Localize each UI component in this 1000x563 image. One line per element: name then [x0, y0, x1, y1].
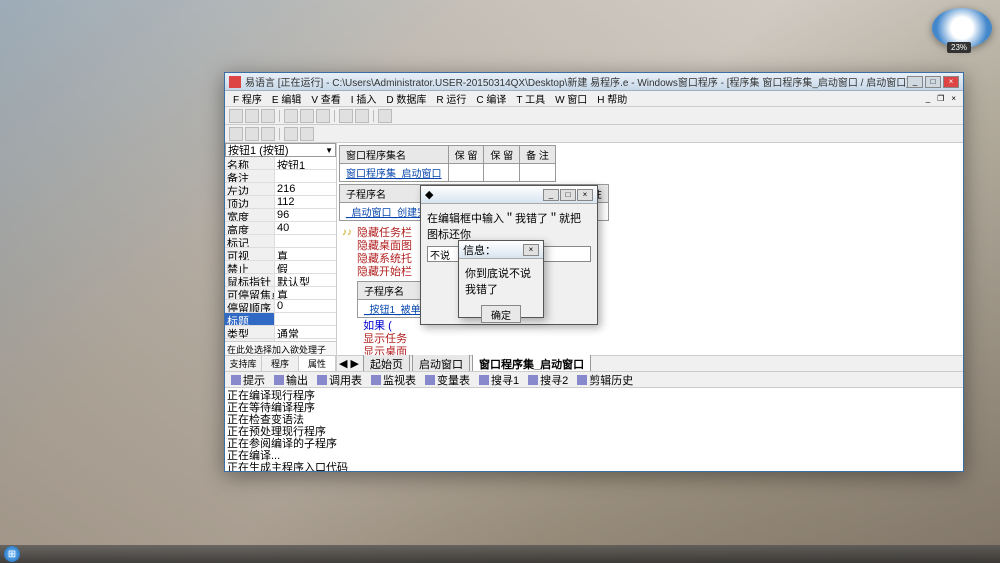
- tab-programset[interactable]: 窗口程序集_启动窗口: [472, 354, 591, 372]
- property-hint: 在此处选择加入欲处理子程序: [225, 341, 336, 355]
- btab-hint[interactable]: 提示: [227, 371, 269, 389]
- taskbar[interactable]: ⊞: [0, 545, 1000, 563]
- maximize-button[interactable]: □: [925, 76, 941, 88]
- clock-gadget[interactable]: [932, 8, 992, 48]
- bottom-tabs: 提示 输出 调用表 监视表 变量表 搜寻1 搜寻2 剪辑历史: [225, 372, 963, 388]
- toolbar-2: [225, 125, 963, 143]
- separator: [279, 110, 280, 122]
- property-grid[interactable]: 名称按钮1备注左边216顶边112宽度96高度40标记可视真禁止假鼠标指针默认型…: [225, 157, 336, 341]
- watch-icon: [371, 375, 381, 385]
- tool-b[interactable]: [245, 127, 259, 141]
- tool-undo[interactable]: [339, 109, 353, 123]
- tool-redo[interactable]: [355, 109, 369, 123]
- btab-clip[interactable]: 剪辑历史: [573, 371, 637, 389]
- msg-titlebar[interactable]: 信息： ×: [459, 241, 543, 259]
- menu-edit[interactable]: E 编辑: [268, 90, 305, 107]
- tool-copy[interactable]: [300, 109, 314, 123]
- btab-output[interactable]: 输出: [270, 371, 312, 389]
- separator: [373, 110, 374, 122]
- app-icon: [229, 76, 241, 88]
- menu-insert[interactable]: I 插入: [347, 90, 381, 107]
- tab-support[interactable]: 支持库: [225, 356, 262, 371]
- search-icon: [528, 375, 538, 385]
- tool-d[interactable]: [284, 127, 298, 141]
- btab-search2[interactable]: 搜寻2: [524, 371, 572, 389]
- document-tabs: ◀ ▶ 起始页 启动窗口 窗口程序集_启动窗口: [337, 355, 963, 371]
- tab-program[interactable]: 程序: [262, 356, 299, 371]
- menu-program[interactable]: F 程序: [229, 90, 266, 107]
- dialog-titlebar[interactable]: ◆ _ □ ×: [421, 186, 597, 204]
- tool-a[interactable]: [229, 127, 243, 141]
- tab-startpage[interactable]: 起始页: [363, 354, 410, 372]
- dialog-label: 在编辑框中输入＂我错了＂就把图标还你: [427, 210, 591, 242]
- dialog-icon: ◆: [425, 188, 433, 201]
- tab-startwindow[interactable]: 启动窗口: [412, 354, 470, 372]
- bottom-panel: 提示 输出 调用表 监视表 变量表 搜寻1 搜寻2 剪辑历史 正在编译现行程序正…: [225, 371, 963, 471]
- programset-table[interactable]: 窗口程序集名保 留保 留备 注 窗口程序集_启动窗口: [339, 145, 556, 182]
- minimize-button[interactable]: _: [907, 76, 923, 88]
- calls-icon: [317, 375, 327, 385]
- tool-new[interactable]: [229, 109, 243, 123]
- titlebar[interactable]: 易语言 [正在运行] - C:\Users\Administrator.USER…: [225, 73, 963, 91]
- window-title: 易语言 [正在运行] - C:\Users\Administrator.USER…: [245, 74, 907, 89]
- menu-compile[interactable]: C 编译: [472, 90, 510, 107]
- dialog-close[interactable]: ×: [577, 189, 593, 201]
- tab-properties[interactable]: 属性: [299, 356, 336, 371]
- tool-e[interactable]: [300, 127, 314, 141]
- dialog-max[interactable]: □: [560, 189, 576, 201]
- separator: [279, 128, 280, 140]
- menu-database[interactable]: D 数据库: [382, 90, 430, 107]
- msg-title: 信息：: [463, 242, 496, 258]
- menu-tools[interactable]: T 工具: [512, 90, 549, 107]
- msg-close[interactable]: ×: [523, 244, 539, 256]
- tool-paste[interactable]: [316, 109, 330, 123]
- dialog-min[interactable]: _: [543, 189, 559, 201]
- message-dialog[interactable]: 信息： × 你到底说不说我错了 确定: [458, 240, 544, 318]
- start-button[interactable]: ⊞: [4, 546, 20, 562]
- hint-icon: [231, 375, 241, 385]
- subroutine-table-2[interactable]: 子程序名 _按钮1_被单: [357, 281, 428, 318]
- output-pane[interactable]: 正在编译现行程序正在等待编译程序正在检查变语法正在预处理现行程序正在参阅编译的子…: [225, 388, 963, 471]
- gutter: ♪♪: [339, 227, 355, 238]
- btab-calls[interactable]: 调用表: [313, 371, 366, 389]
- mdi-close[interactable]: ×: [948, 94, 959, 103]
- separator: [334, 110, 335, 122]
- vars-icon: [425, 375, 435, 385]
- chevron-down-icon: ▼: [325, 146, 333, 155]
- left-panel: 按钮1 (按钮) ▼ 名称按钮1备注左边216顶边112宽度96高度40标记可视…: [225, 143, 337, 371]
- output-icon: [274, 375, 284, 385]
- tool-cut[interactable]: [284, 109, 298, 123]
- clip-icon: [577, 375, 587, 385]
- tool-c[interactable]: [261, 127, 275, 141]
- property-selector-text: 按钮1 (按钮): [228, 143, 289, 158]
- msg-body: 你到底说不说我错了 确定: [459, 259, 543, 329]
- tool-run[interactable]: [378, 109, 392, 123]
- mdi-restore[interactable]: ❐: [934, 94, 947, 103]
- mdi-min[interactable]: _: [923, 94, 933, 103]
- btab-search1[interactable]: 搜寻1: [475, 371, 523, 389]
- menu-window[interactable]: W 窗口: [551, 90, 591, 107]
- property-selector[interactable]: 按钮1 (按钮) ▼: [225, 143, 336, 157]
- msg-text: 你到底说不说我错了: [465, 265, 537, 297]
- menubar: F 程序 E 编辑 V 查看 I 插入 D 数据库 R 运行 C 编译 T 工具…: [225, 91, 963, 107]
- menu-view[interactable]: V 查看: [307, 90, 344, 107]
- ok-button[interactable]: 确定: [481, 305, 521, 323]
- mdi-buttons: _ ❐ ×: [923, 94, 959, 103]
- btab-vars[interactable]: 变量表: [421, 371, 474, 389]
- menu-help[interactable]: H 帮助: [593, 90, 631, 107]
- close-button[interactable]: ×: [943, 76, 959, 88]
- btab-watch[interactable]: 监视表: [367, 371, 420, 389]
- tool-save[interactable]: [261, 109, 275, 123]
- left-panel-tabs: 支持库 程序 属性: [225, 355, 336, 371]
- search-icon: [479, 375, 489, 385]
- tool-open[interactable]: [245, 109, 259, 123]
- menu-run[interactable]: R 运行: [432, 90, 470, 107]
- toolbar: [225, 107, 963, 125]
